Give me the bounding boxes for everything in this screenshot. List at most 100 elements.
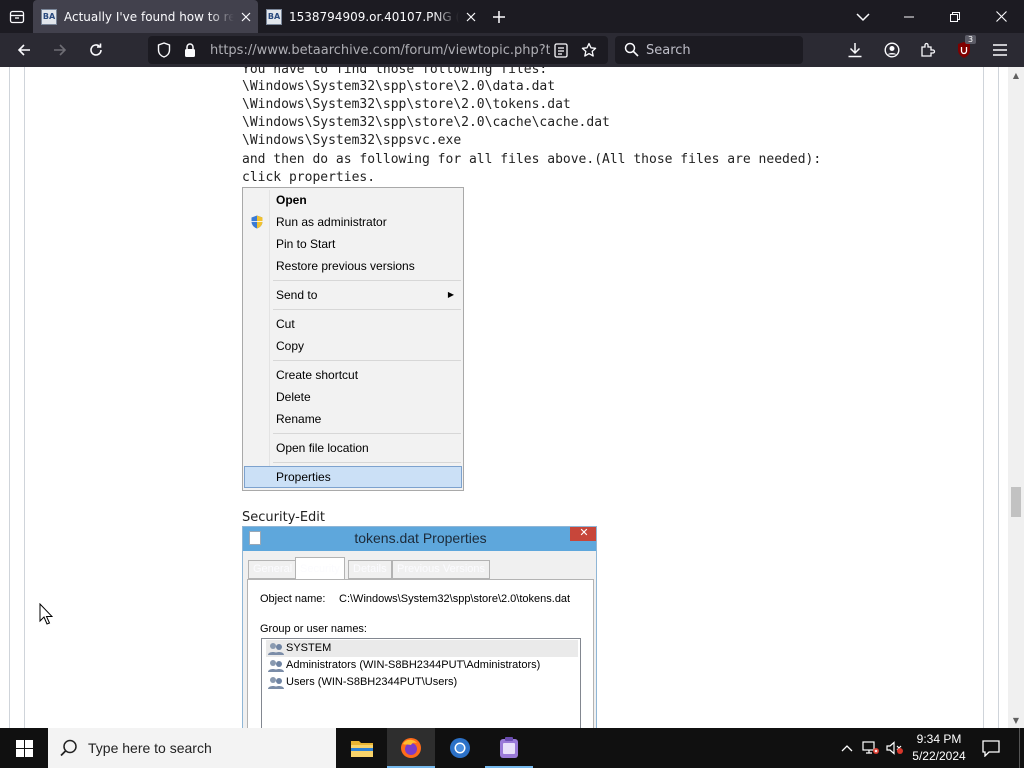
menu-item-create-shortcut: Create shortcut xyxy=(276,368,359,382)
user-name: SYSTEM xyxy=(286,642,332,654)
start-windows-icon[interactable] xyxy=(0,728,48,768)
scroll-down-arrow-icon[interactable]: ▼ xyxy=(1008,712,1024,728)
betaarchive-favicon-icon: BA xyxy=(266,8,282,25)
user-row: SYSTEM xyxy=(266,640,578,657)
navigation-toolbar: https://www.betaarchive.com/forum/viewto… xyxy=(0,33,1024,67)
account-icon[interactable] xyxy=(877,36,907,64)
menu-item-cut: Cut xyxy=(276,317,295,331)
reload-button[interactable] xyxy=(81,36,111,64)
menu-item-restore-versions: Restore previous versions xyxy=(276,259,415,273)
list-all-tabs-chevron-down-icon[interactable] xyxy=(840,0,886,33)
search-placeholder: Search xyxy=(646,43,691,58)
mouse-cursor-icon xyxy=(39,603,53,625)
tracking-protection-shield-icon[interactable] xyxy=(152,36,176,64)
back-button[interactable] xyxy=(9,36,39,64)
file-explorer-icon[interactable] xyxy=(338,728,386,768)
restore-button[interactable] xyxy=(932,0,978,33)
taskbar-search-placeholder: Type here to search xyxy=(88,740,212,756)
scroll-up-arrow-icon[interactable]: ▲ xyxy=(1008,67,1024,83)
tab-png-image[interactable]: BA 1538794909.or.40107.PNG (PNG xyxy=(258,0,483,33)
minimize-button[interactable] xyxy=(886,0,932,33)
dialog-tab-previous-versions: Previous Versions xyxy=(392,560,491,579)
post-line: \Windows\System32\sppsvc.exe xyxy=(242,133,462,148)
post-line: click properties. xyxy=(242,170,376,185)
user-group-icon xyxy=(268,677,284,689)
security-caption: Security-Edit xyxy=(242,510,326,525)
user-group-icon xyxy=(268,643,284,655)
dialog-tab-security: Security xyxy=(295,557,345,580)
volume-muted-icon[interactable] xyxy=(884,728,906,768)
clock-time: 9:34 PM xyxy=(916,732,962,746)
extension-badge: 3 xyxy=(965,35,977,44)
context-menu-image: Open Run as administrator Pin to Start R… xyxy=(242,187,464,491)
menu-item-send-to: Send to ▶ xyxy=(244,284,462,306)
user-list: SYSTEM Administrators (WIN-S8BH2344PUT\A… xyxy=(261,638,581,728)
user-row: Administrators (WIN-S8BH2344PUT\Administ… xyxy=(266,657,578,674)
hamburger-menu-icon[interactable] xyxy=(985,36,1015,64)
dialog-tab-general: General xyxy=(248,560,298,579)
group-names-label: Group or user names: xyxy=(260,623,367,635)
search-icon xyxy=(624,42,639,61)
menu-separator xyxy=(273,360,461,361)
menu-item-delete: Delete xyxy=(276,390,311,404)
downloads-icon[interactable] xyxy=(840,36,870,64)
tab-title: Actually I've found how to remo xyxy=(64,9,234,24)
extensions-puzzle-icon[interactable] xyxy=(913,36,943,64)
uac-shield-icon xyxy=(251,215,263,229)
object-name-label: Object name: xyxy=(260,593,326,605)
page-frame-right-inner xyxy=(983,67,984,728)
menu-item-label: Run as administrator xyxy=(276,215,387,229)
tab-bar: BA Actually I've found how to remo BA 15… xyxy=(0,0,1024,33)
post-line: \Windows\System32\spp\store\2.0\cache\ca… xyxy=(242,115,610,130)
notifications-icon[interactable] xyxy=(978,728,1004,768)
menu-separator xyxy=(273,309,461,310)
page-viewport: You have to find those following files: … xyxy=(0,67,1008,728)
tab-title: 1538794909.or.40107.PNG (PNG xyxy=(289,9,459,24)
close-window-button[interactable] xyxy=(978,0,1024,33)
show-desktop-button[interactable] xyxy=(1019,728,1024,768)
notepad-app-icon[interactable] xyxy=(485,728,533,768)
menu-item-properties: Properties xyxy=(244,466,462,488)
dialog-tab-details: Details xyxy=(348,560,392,579)
reader-view-icon[interactable] xyxy=(549,36,573,64)
url-bar[interactable]: https://www.betaarchive.com/forum/viewto… xyxy=(148,36,608,64)
taskbar-clock[interactable]: 9:34 PM 5/22/2024 xyxy=(906,731,972,765)
object-name-value: C:\Windows\System32\spp\store\2.0\tokens… xyxy=(339,593,571,605)
security-panel: Object name: C:\Windows\System32\spp\sto… xyxy=(247,579,594,728)
submenu-arrow-icon: ▶ xyxy=(447,290,454,299)
menu-separator xyxy=(273,433,461,434)
new-tab-button[interactable] xyxy=(486,4,512,30)
chrome-icon[interactable] xyxy=(436,728,484,768)
lock-icon[interactable] xyxy=(178,36,202,64)
dialog-title: tokens.dat Properties xyxy=(354,530,487,546)
dialog-close-icon: ✕ xyxy=(570,527,596,541)
menu-item-label: Send to xyxy=(276,288,318,302)
bookmark-star-icon[interactable] xyxy=(577,36,601,64)
user-name: Administrators (WIN-S8BH2344PUT\Administ… xyxy=(286,659,541,671)
close-tab-icon[interactable] xyxy=(459,5,483,29)
tab-forum-post[interactable]: BA Actually I've found how to remo xyxy=(33,0,258,33)
menu-item-open: Open xyxy=(276,193,307,207)
scrollbar-thumb[interactable] xyxy=(1011,487,1021,517)
user-group-icon xyxy=(268,660,284,672)
menu-separator xyxy=(273,280,461,281)
dialog-titlebar: tokens.dat Properties ✕ xyxy=(243,527,596,551)
url-text[interactable]: https://www.betaarchive.com/forum/viewto… xyxy=(210,43,550,58)
show-hidden-icons-chevron-up-icon[interactable] xyxy=(838,728,856,768)
forward-button[interactable] xyxy=(45,36,75,64)
close-tab-icon[interactable] xyxy=(234,5,258,29)
menu-item-open-file-location: Open file location xyxy=(276,441,369,455)
search-bar[interactable]: Search xyxy=(615,36,803,64)
user-name: Users (WIN-S8BH2344PUT\Users) xyxy=(286,676,458,688)
menu-item-pin-to-start: Pin to Start xyxy=(276,237,336,251)
post-line: \Windows\System32\spp\store\2.0\data.dat xyxy=(242,79,556,94)
ublock-origin-icon[interactable]: 3 xyxy=(949,35,979,64)
tab-manager-icon[interactable] xyxy=(0,0,33,33)
taskbar-search-box[interactable]: Type here to search xyxy=(48,728,336,768)
betaarchive-favicon-icon: BA xyxy=(41,8,57,25)
network-icon[interactable] xyxy=(860,728,882,768)
post-line: \Windows\System32\spp\store\2.0\tokens.d… xyxy=(242,97,571,112)
firefox-icon[interactable] xyxy=(387,728,435,768)
vertical-scrollbar[interactable]: ▲ ▼ xyxy=(1008,67,1024,728)
page-frame-left-inner xyxy=(24,67,25,728)
